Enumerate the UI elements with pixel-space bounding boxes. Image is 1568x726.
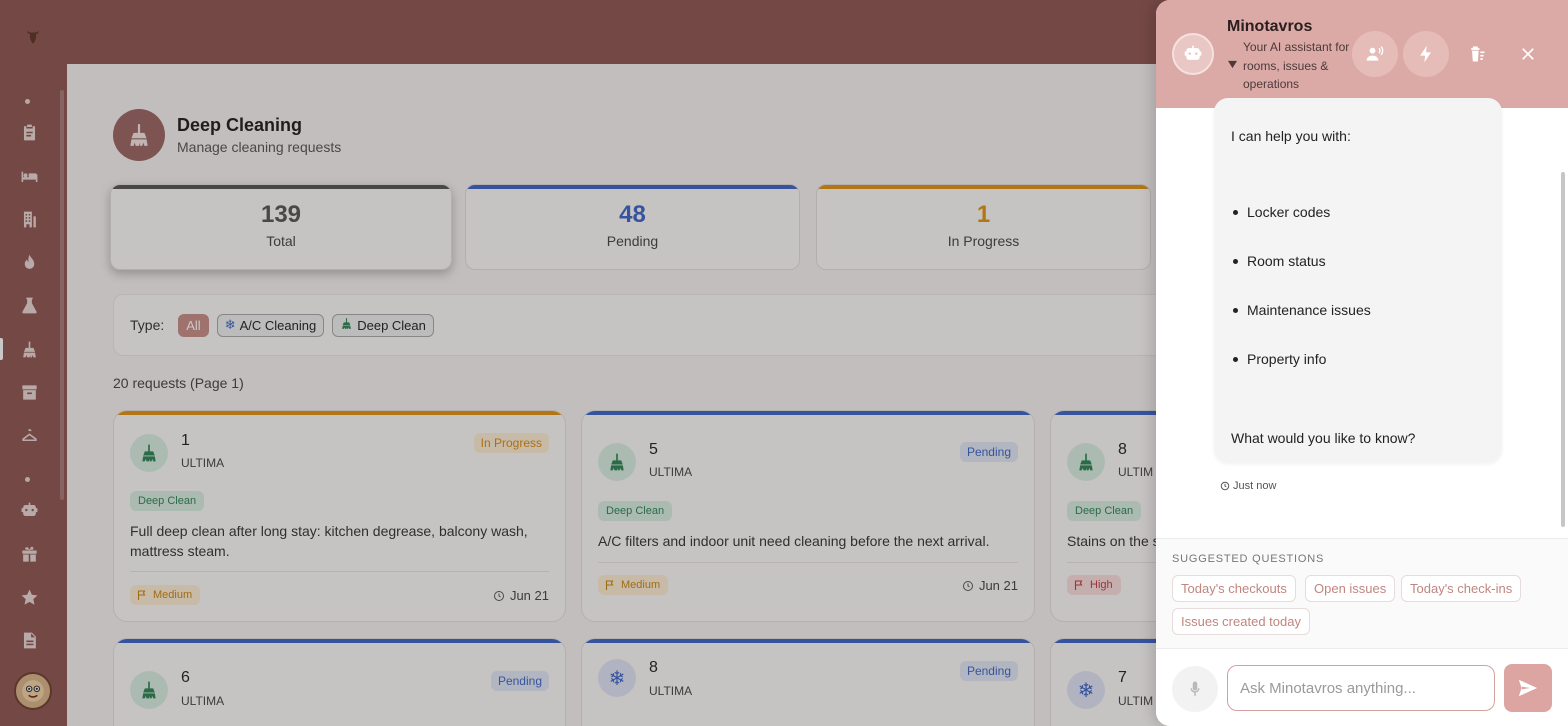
voice-button[interactable]: [1352, 31, 1398, 77]
clear-chat-icon: [1471, 46, 1485, 62]
chat-header: Minotavros Your AI assistant for rooms, …: [1156, 0, 1568, 108]
status-icon: [1228, 60, 1237, 69]
assistant-chat-panel: Minotavros Your AI assistant for rooms, …: [1156, 0, 1568, 726]
close-icon: [1522, 48, 1534, 60]
close-chat-button[interactable]: [1505, 31, 1551, 77]
message-list: Locker codes Room status Maintenance iss…: [1231, 204, 1371, 400]
suggestion-chip[interactable]: Today's check-ins: [1401, 575, 1522, 602]
message-intro: I can help you with:: [1231, 128, 1351, 144]
suggestion-chip[interactable]: Issues created today: [1172, 608, 1310, 635]
suggested-questions: SUGGESTED QUESTIONS Today's checkouts Op…: [1156, 538, 1568, 648]
list-item: Property info: [1231, 351, 1371, 400]
suggested-title: SUGGESTED QUESTIONS: [1172, 553, 1325, 565]
list-item: Locker codes: [1231, 204, 1371, 253]
message-timestamp: Just now: [1220, 480, 1276, 492]
suggestion-chip[interactable]: Today's checkouts: [1172, 575, 1296, 602]
chat-input[interactable]: [1227, 665, 1495, 711]
clear-chat-button[interactable]: [1454, 31, 1500, 77]
lightning-icon: [1420, 45, 1431, 63]
send-icon: [1518, 679, 1538, 697]
assistant-tagline: Your AI assistant for rooms, issues & op…: [1243, 40, 1350, 91]
assistant-message: I can help you with: Locker codes Room s…: [1214, 98, 1502, 462]
robot-icon: [1172, 33, 1214, 75]
lightning-button[interactable]: [1403, 31, 1449, 77]
microphone-icon: [1190, 681, 1200, 696]
send-button[interactable]: [1504, 664, 1552, 712]
voice-icon: [1366, 46, 1384, 61]
timestamp-label: Just now: [1233, 480, 1277, 492]
message-outro: What would you like to know?: [1231, 430, 1416, 446]
assistant-name: Minotavros: [1227, 18, 1313, 35]
clock-icon: [1220, 481, 1230, 491]
list-item: Maintenance issues: [1231, 302, 1371, 351]
suggestion-chip[interactable]: Open issues: [1305, 575, 1396, 602]
microphone-button[interactable]: [1172, 666, 1218, 712]
list-item: Room status: [1231, 253, 1371, 302]
chat-scrollbar[interactable]: [1561, 172, 1565, 527]
chat-composer: [1156, 648, 1568, 726]
